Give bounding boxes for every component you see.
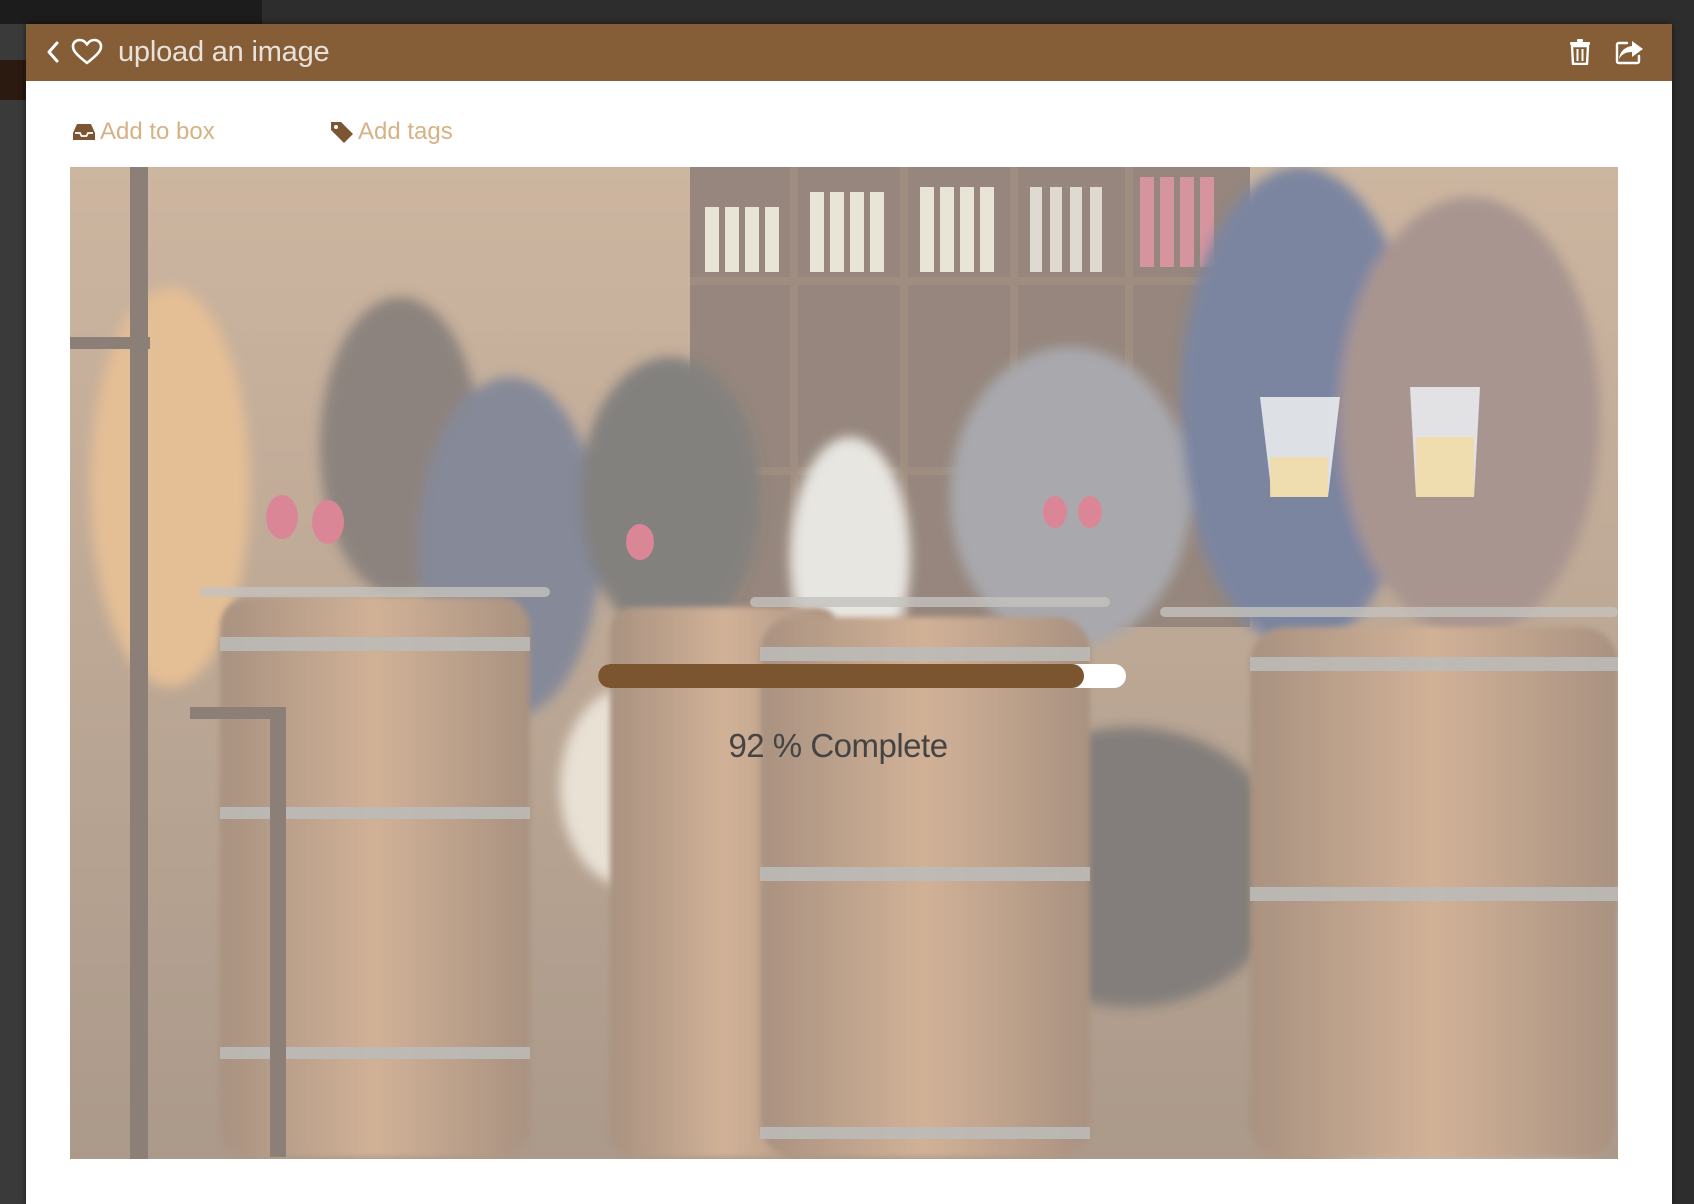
heart-icon[interactable]: [70, 37, 104, 67]
tag-icon: [330, 121, 354, 143]
upload-progress-bar: [598, 664, 1126, 688]
upload-progress-label: 92 % Complete: [728, 727, 948, 764]
upload-modal: upload an image Add to box Add tags 92 %…: [26, 24, 1672, 1204]
background-tab: [0, 0, 262, 24]
add-to-box-button[interactable]: Add to box: [72, 114, 215, 150]
modal-title: upload an image: [118, 36, 330, 68]
modal-header: upload an image: [26, 24, 1672, 81]
add-tags-label: Add tags: [358, 118, 453, 145]
chevron-left-icon[interactable]: [40, 38, 66, 66]
background-page: [0, 24, 26, 1204]
image-preview: 92 % Complete: [70, 167, 1618, 1159]
add-tags-button[interactable]: Add tags: [330, 114, 453, 150]
upload-progress-fill: [598, 664, 1084, 688]
add-to-box-label: Add to box: [100, 118, 215, 145]
inbox-icon: [72, 122, 96, 142]
trash-icon[interactable]: [1564, 36, 1596, 68]
image-fade-overlay: [70, 167, 1618, 1159]
share-icon[interactable]: [1612, 36, 1648, 68]
background-page-accent: [0, 60, 26, 100]
